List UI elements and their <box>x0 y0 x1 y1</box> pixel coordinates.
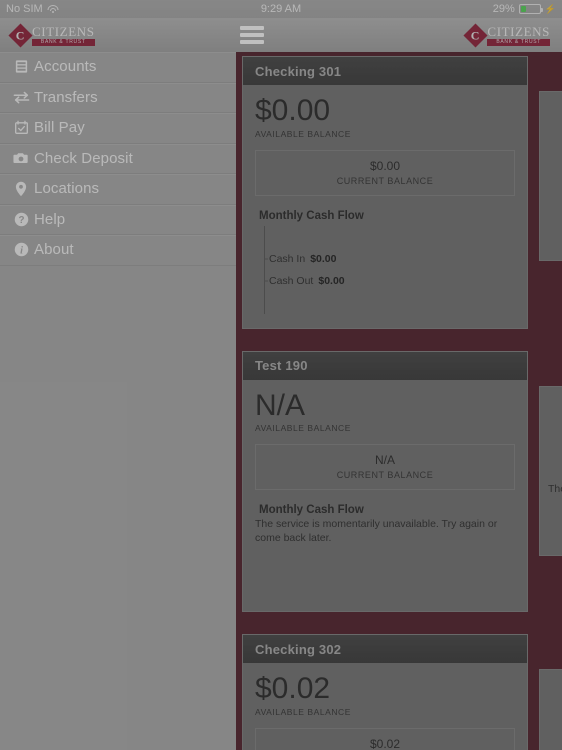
available-balance-amount: $0.00 <box>255 94 331 127</box>
sidebar-item-label: About <box>34 241 74 259</box>
logo-tagline: BANK & TRUST <box>32 38 95 46</box>
map-pin-icon <box>8 181 34 197</box>
app-logo-right: C CITIZENS BANK & TRUST <box>463 22 550 48</box>
monthly-cash-flow-title: Monthly Cash Flow <box>259 209 364 222</box>
logo-diamond-icon-secondary: C <box>463 22 488 48</box>
bank-building-icon <box>8 59 34 74</box>
accounts-list[interactable]: Checking 301 $0.00 AVAILABLE BALANCE $0.… <box>236 56 562 750</box>
logo-tagline-secondary: BANK & TRUST <box>487 38 550 46</box>
cash-in-row: Cash In $0.00 <box>269 248 515 270</box>
carrier-label: No SIM <box>6 3 43 15</box>
cash-in-value: $0.00 <box>310 252 337 265</box>
svg-text:i: i <box>20 246 23 257</box>
available-balance-amount: N/A <box>255 388 306 422</box>
current-balance-amount: N/A <box>374 453 395 467</box>
current-balance-box: $0.02 CURRENT BALANCE <box>255 727 515 750</box>
account-card-side-panel: The servi <box>539 385 562 556</box>
monthly-cash-flow-title: Monthly Cash Flow <box>259 504 364 516</box>
battery-percent-label: 29% <box>492 3 515 15</box>
available-balance-label: AVAILABLE BALANCE <box>255 706 351 717</box>
cash-flow-bottom-spacer <box>269 292 515 314</box>
sidebar-item-transfers[interactable]: Transfers <box>0 83 236 113</box>
account-card[interactable]: Checking 301 $0.00 AVAILABLE BALANCE $0.… <box>242 56 562 329</box>
sidebar-item-help[interactable]: ? Help <box>0 205 236 235</box>
cash-flow-empty-area <box>255 545 515 597</box>
wifi-icon <box>47 4 59 14</box>
question-circle-icon: ? <box>8 212 34 227</box>
sidebar-menu: Accounts Transfers Bill Pay Check Deposi… <box>0 52 236 750</box>
transfer-arrows-icon <box>8 90 34 105</box>
logo-wordmark-secondary: CITIZENS BANK & TRUST <box>487 25 550 46</box>
account-card-title: Checking 302 <box>243 635 527 664</box>
status-bar: No SIM 9:29 AM 29% ⚡ <box>0 0 562 18</box>
info-circle-icon: i <box>8 242 34 257</box>
battery-icon <box>518 4 543 14</box>
logo-mark-letter-secondary: C <box>471 27 481 42</box>
service-unavailable-message: The service is momentarily unavailable. … <box>255 518 498 545</box>
sidebar-item-label: Bill Pay <box>34 119 85 137</box>
cash-flow-chart: Cash In $0.00 Cash Out $0.00 <box>255 225 515 314</box>
account-card[interactable]: Checking 302 $0.02 AVAILABLE BALANCE $0.… <box>242 634 562 750</box>
lightning-bolt-icon: ⚡ <box>544 3 556 14</box>
sidebar-item-label: Transfers <box>34 88 98 106</box>
cash-out-row: Cash Out $0.00 <box>269 270 515 292</box>
camera-icon <box>8 151 34 165</box>
citizens-logo: C CITIZENS BANK & TRUST <box>8 22 95 48</box>
current-balance-box: N/A CURRENT BALANCE <box>255 444 515 490</box>
calendar-check-icon <box>8 120 34 135</box>
account-card[interactable]: Test 190 N/A AVAILABLE BALANCE N/A CURRE… <box>242 350 562 613</box>
available-balance-label: AVAILABLE BALANCE <box>255 128 351 139</box>
account-card-body: N/A AVAILABLE BALANCE N/A CURRENT BALANC… <box>243 380 527 612</box>
current-balance-amount: $0.02 <box>369 736 401 750</box>
account-card-title: Test 190 <box>243 351 527 380</box>
app-logo-left: C CITIZENS BANK & TRUST <box>8 22 95 48</box>
logo-wordmark: CITIZENS BANK & TRUST <box>32 25 95 46</box>
svg-text:?: ? <box>18 215 24 226</box>
current-balance-box: $0.00 CURRENT BALANCE <box>255 149 515 196</box>
sidebar-item-label: Locations <box>34 180 100 198</box>
account-card-title: Checking 301 <box>243 57 527 85</box>
cash-out-label: Cash Out <box>269 274 314 287</box>
account-card-body: $0.00 AVAILABLE BALANCE $0.00 CURRENT BA… <box>243 85 527 328</box>
sidebar-item-accounts[interactable]: Accounts <box>0 52 236 83</box>
citizens-logo-secondary: C CITIZENS BANK & TRUST <box>463 22 550 48</box>
app-root: No SIM 9:29 AM 29% ⚡ C CITIZENS BANK & T… <box>0 0 562 750</box>
cash-flow-top-spacer <box>269 226 515 248</box>
side-panel-clipped-text: The servi <box>548 482 562 495</box>
account-card-body: $0.02 AVAILABLE BALANCE $0.02 CURRENT BA… <box>243 663 527 750</box>
current-balance-label: CURRENT BALANCE <box>336 175 434 186</box>
logo-diamond-icon: C <box>8 22 33 48</box>
account-card-side-panel <box>539 669 562 750</box>
logo-mark-letter: C <box>16 27 25 42</box>
navigation-bar: C CITIZENS BANK & TRUST C CITIZENS BANK … <box>0 18 562 52</box>
sidebar-item-label: Accounts <box>34 58 97 76</box>
current-balance-amount: $0.00 <box>369 158 401 173</box>
sidebar-item-about[interactable]: i About <box>0 235 236 266</box>
available-balance-label: AVAILABLE BALANCE <box>255 423 351 433</box>
logo-name: CITIZENS <box>32 23 95 39</box>
status-bar-right: 29% ⚡ <box>493 3 556 15</box>
sidebar-item-check-deposit[interactable]: Check Deposit <box>0 144 236 174</box>
account-card-side-panel <box>539 91 562 261</box>
logo-name-secondary: CITIZENS <box>487 23 550 39</box>
sidebar-item-label: Check Deposit <box>34 149 133 167</box>
cash-flow-axis <box>264 225 265 314</box>
sidebar-item-label: Help <box>34 210 66 228</box>
available-balance-amount: $0.02 <box>255 672 331 706</box>
current-balance-label: CURRENT BALANCE <box>336 470 434 480</box>
cash-out-value: $0.00 <box>318 274 345 287</box>
sidebar-item-locations[interactable]: Locations <box>0 174 236 205</box>
status-bar-left: No SIM <box>6 3 59 15</box>
hamburger-menu-icon[interactable] <box>240 26 264 44</box>
sidebar-item-bill-pay[interactable]: Bill Pay <box>0 113 236 144</box>
cash-in-label: Cash In <box>269 252 306 265</box>
status-bar-time: 9:29 AM <box>260 3 302 15</box>
